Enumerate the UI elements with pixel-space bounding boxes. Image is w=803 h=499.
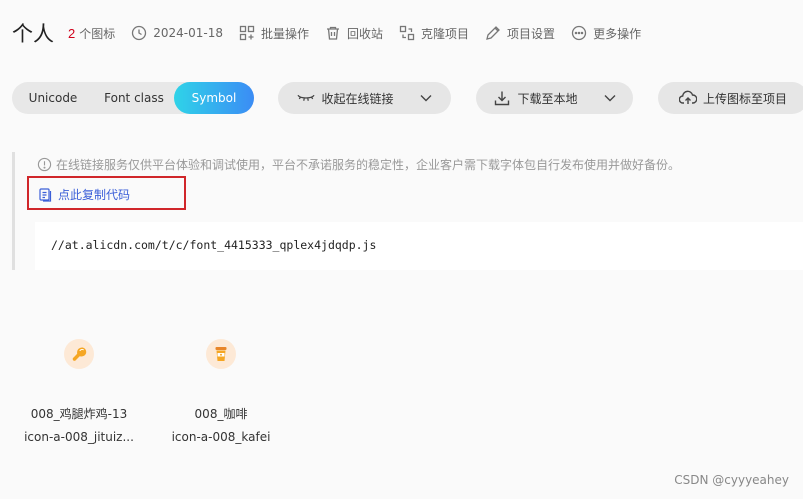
project-header: 个人 2 个图标 2024-01-18 批量操作 回收站 克隆项目 项目设置 更…: [12, 18, 657, 48]
icon-card[interactable]: 008_鸡腿炸鸡-13 icon-a-008_jituiz...: [9, 336, 149, 444]
icon-card[interactable]: 008_咖啡 icon-a-008_kafei: [151, 336, 291, 444]
icon-code: icon-a-008_kafei: [171, 430, 271, 444]
trash-icon: [327, 26, 340, 40]
more-actions-button[interactable]: 更多操作: [571, 25, 641, 42]
date-info: 2024-01-18: [131, 25, 223, 41]
clock-icon: [132, 25, 147, 41]
date-text: 2024-01-18: [153, 26, 223, 40]
toolbar: Unicode Font class Symbol 收起在线链接 下载至本地 上…: [12, 82, 803, 114]
service-notice: 在线链接服务仅供平台体验和调试使用，平台不承诺服务的稳定性，企业客户需下载字体包…: [37, 156, 680, 173]
icon-count: 2: [68, 25, 76, 41]
coffee-cup-icon: [206, 339, 236, 369]
format-tabs: Unicode Font class Symbol: [12, 82, 254, 114]
collapse-online-link-label: 收起在线链接: [321, 91, 394, 106]
copy-code-highlight: 点此复制代码: [27, 176, 186, 210]
tab-unicode[interactable]: Unicode: [12, 82, 94, 114]
clone-project-label: 克隆项目: [421, 26, 470, 41]
upload-icons-button[interactable]: 上传图标至项目: [658, 82, 803, 114]
online-link-code[interactable]: //at.alicdn.com/t/c/font_4415333_qplex4j…: [35, 222, 803, 270]
icon-code: icon-a-008_jituiz...: [24, 430, 134, 444]
batch-operation-label: 批量操作: [261, 26, 310, 41]
icon-count-label: 个图标: [79, 26, 116, 41]
upload-icons-label: 上传图标至项目: [702, 91, 787, 106]
batch-operation-button[interactable]: 批量操作: [239, 25, 309, 42]
cloud-upload-icon: [678, 90, 697, 104]
icon-name: 008_鸡腿炸鸡-13: [30, 407, 128, 421]
clone-icon: [399, 25, 415, 41]
drumstick-icon: [64, 339, 94, 369]
icon-name: 008_咖啡: [194, 407, 248, 421]
project-title: 个人: [12, 22, 54, 46]
chevron-down-icon: [604, 95, 615, 102]
copy-code-link[interactable]: 点此复制代码: [39, 186, 130, 203]
document-copy-icon: [39, 187, 52, 202]
service-notice-text: 在线链接服务仅供平台体验和调试使用，平台不承诺服务的稳定性，企业客户需下载字体包…: [56, 158, 681, 172]
more-dots-icon: [571, 25, 587, 41]
recycle-bin-button[interactable]: 回收站: [325, 25, 383, 42]
chevron-down-icon: [420, 95, 431, 102]
info-icon: [37, 157, 52, 172]
pencil-icon: [486, 26, 500, 40]
download-icon: [495, 91, 510, 106]
download-local-button[interactable]: 下载至本地: [476, 82, 633, 114]
closed-eye-icon: [297, 94, 316, 101]
tab-font-class[interactable]: Font class: [94, 82, 174, 114]
online-link-url: //at.alicdn.com/t/c/font_4415333_qplex4j…: [51, 238, 377, 252]
project-settings-button[interactable]: 项目设置: [485, 25, 555, 42]
recycle-bin-label: 回收站: [347, 26, 384, 41]
tab-symbol[interactable]: Symbol: [174, 82, 254, 114]
online-link-panel: 在线链接服务仅供平台体验和调试使用，平台不承诺服务的稳定性，企业客户需下载字体包…: [12, 152, 803, 270]
download-local-label: 下载至本地: [517, 91, 578, 106]
clone-project-button[interactable]: 克隆项目: [399, 25, 469, 42]
more-actions-label: 更多操作: [593, 26, 642, 41]
collapse-online-link-button[interactable]: 收起在线链接: [278, 82, 451, 114]
project-settings-label: 项目设置: [507, 26, 556, 41]
copy-code-label: 点此复制代码: [58, 188, 131, 202]
batch-icon: [239, 25, 255, 41]
watermark: CSDN @cyyyeahey: [674, 473, 789, 487]
